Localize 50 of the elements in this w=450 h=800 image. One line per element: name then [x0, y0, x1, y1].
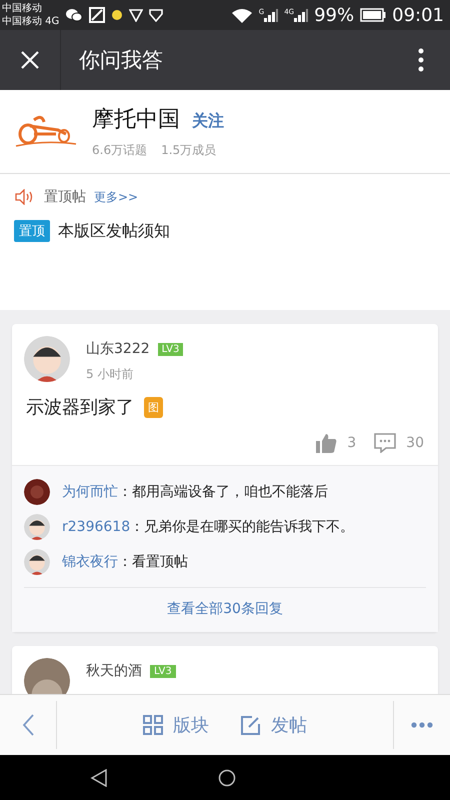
battery-percent: 99% [314, 4, 354, 26]
more-icon[interactable] [411, 722, 433, 728]
signal-icon [294, 8, 308, 22]
clock: 09:01 [392, 4, 444, 26]
signal-icon [264, 8, 278, 22]
home-icon[interactable] [218, 768, 236, 786]
grid-icon [143, 715, 163, 735]
edit-icon [241, 715, 261, 735]
topic-count: 6.6万话题 [92, 142, 148, 159]
close-icon[interactable] [20, 50, 40, 70]
avatar [24, 514, 50, 540]
wifi-icon [230, 7, 253, 23]
new-post-button[interactable]: 发帖 [237, 709, 311, 741]
section-label: 置顶帖 [44, 188, 86, 206]
battery-icon [360, 8, 386, 22]
forum-name: 摩托中国 [92, 106, 180, 134]
sections-button[interactable]: 版块 [139, 709, 213, 741]
author-name[interactable]: 秋天的酒 [86, 662, 142, 680]
comment-icon[interactable] [374, 433, 396, 453]
level-badge: LV3 [158, 342, 184, 356]
menu-icon[interactable] [418, 48, 424, 72]
avatar [24, 548, 50, 574]
like-count: 3 [347, 435, 356, 451]
post-time: 5 小时前 [86, 366, 134, 383]
follow-link[interactable]: 关注 [192, 111, 224, 132]
comment-count: 30 [406, 435, 424, 451]
more-link[interactable]: 更多>> [94, 188, 138, 206]
reply-text: ：兄弟你是在哪买的能告诉我下不。 [130, 518, 354, 536]
member-count: 1.5万成员 [161, 142, 216, 159]
post-title[interactable]: 示波器到家了 [26, 395, 134, 419]
view-all-link[interactable]: 查看全部30条回复 [24, 587, 426, 632]
image-icon [89, 7, 106, 23]
reply-text: ：都用高端设备了，咱也不能落后 [118, 482, 328, 500]
dot-icon [111, 9, 124, 21]
reply-text: ：看置顶帖 [118, 552, 188, 570]
level-badge: LV3 [150, 664, 176, 678]
reply-user[interactable]: r2396618 [62, 518, 130, 534]
avatar [24, 336, 70, 382]
thumbs-up-icon[interactable] [315, 433, 338, 453]
carrier-name: 中国移动 4G [2, 15, 60, 28]
reply-user[interactable]: 锦衣夜行 [62, 552, 118, 570]
pinned-tag: 置顶 [14, 220, 50, 242]
back-icon[interactable] [90, 768, 108, 786]
author-name[interactable]: 山东3222 [86, 340, 150, 358]
avatar [24, 478, 50, 504]
reply-user[interactable]: 为何而忙 [62, 482, 118, 500]
chat-icon [65, 8, 84, 22]
pinned-post-link[interactable]: 本版区发帖须知 [58, 220, 170, 242]
image-tag: 图 [144, 396, 163, 418]
carrier-name: 中国移动 [2, 2, 43, 15]
